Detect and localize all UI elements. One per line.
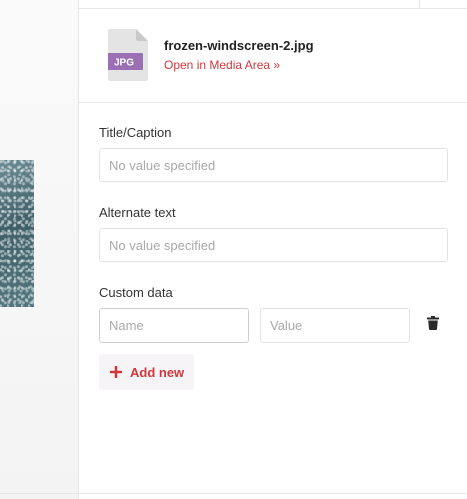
alternate-text-input[interactable] xyxy=(99,228,448,262)
title-caption-label: Title/Caption xyxy=(99,125,172,140)
image-preview xyxy=(0,160,34,307)
file-type-badge: JPG xyxy=(114,58,134,69)
custom-data-name-input[interactable] xyxy=(99,308,249,343)
file-jpg-icon: JPG xyxy=(105,29,148,81)
add-new-button[interactable]: Add new xyxy=(99,354,194,390)
alternate-text-label: Alternate text xyxy=(99,205,176,220)
image-preview-pane xyxy=(0,0,79,499)
delete-custom-data-button[interactable] xyxy=(424,313,442,333)
media-details-panel: JPG frozen-windscreen-2.jpg Open in Medi… xyxy=(0,0,467,499)
add-new-label: Add new xyxy=(130,364,185,380)
trash-icon xyxy=(427,316,439,330)
custom-data-label: Custom data xyxy=(99,285,173,300)
file-header: JPG frozen-windscreen-2.jpg Open in Medi… xyxy=(79,9,467,103)
title-caption-input[interactable] xyxy=(99,148,448,182)
plus-icon xyxy=(110,366,122,378)
file-name: frozen-windscreen-2.jpg xyxy=(164,38,314,53)
bottom-divider xyxy=(0,493,467,494)
top-vertical-divider xyxy=(419,0,420,8)
custom-data-value-input[interactable] xyxy=(260,308,410,343)
open-in-media-area-link[interactable]: Open in Media Area » xyxy=(164,58,280,72)
